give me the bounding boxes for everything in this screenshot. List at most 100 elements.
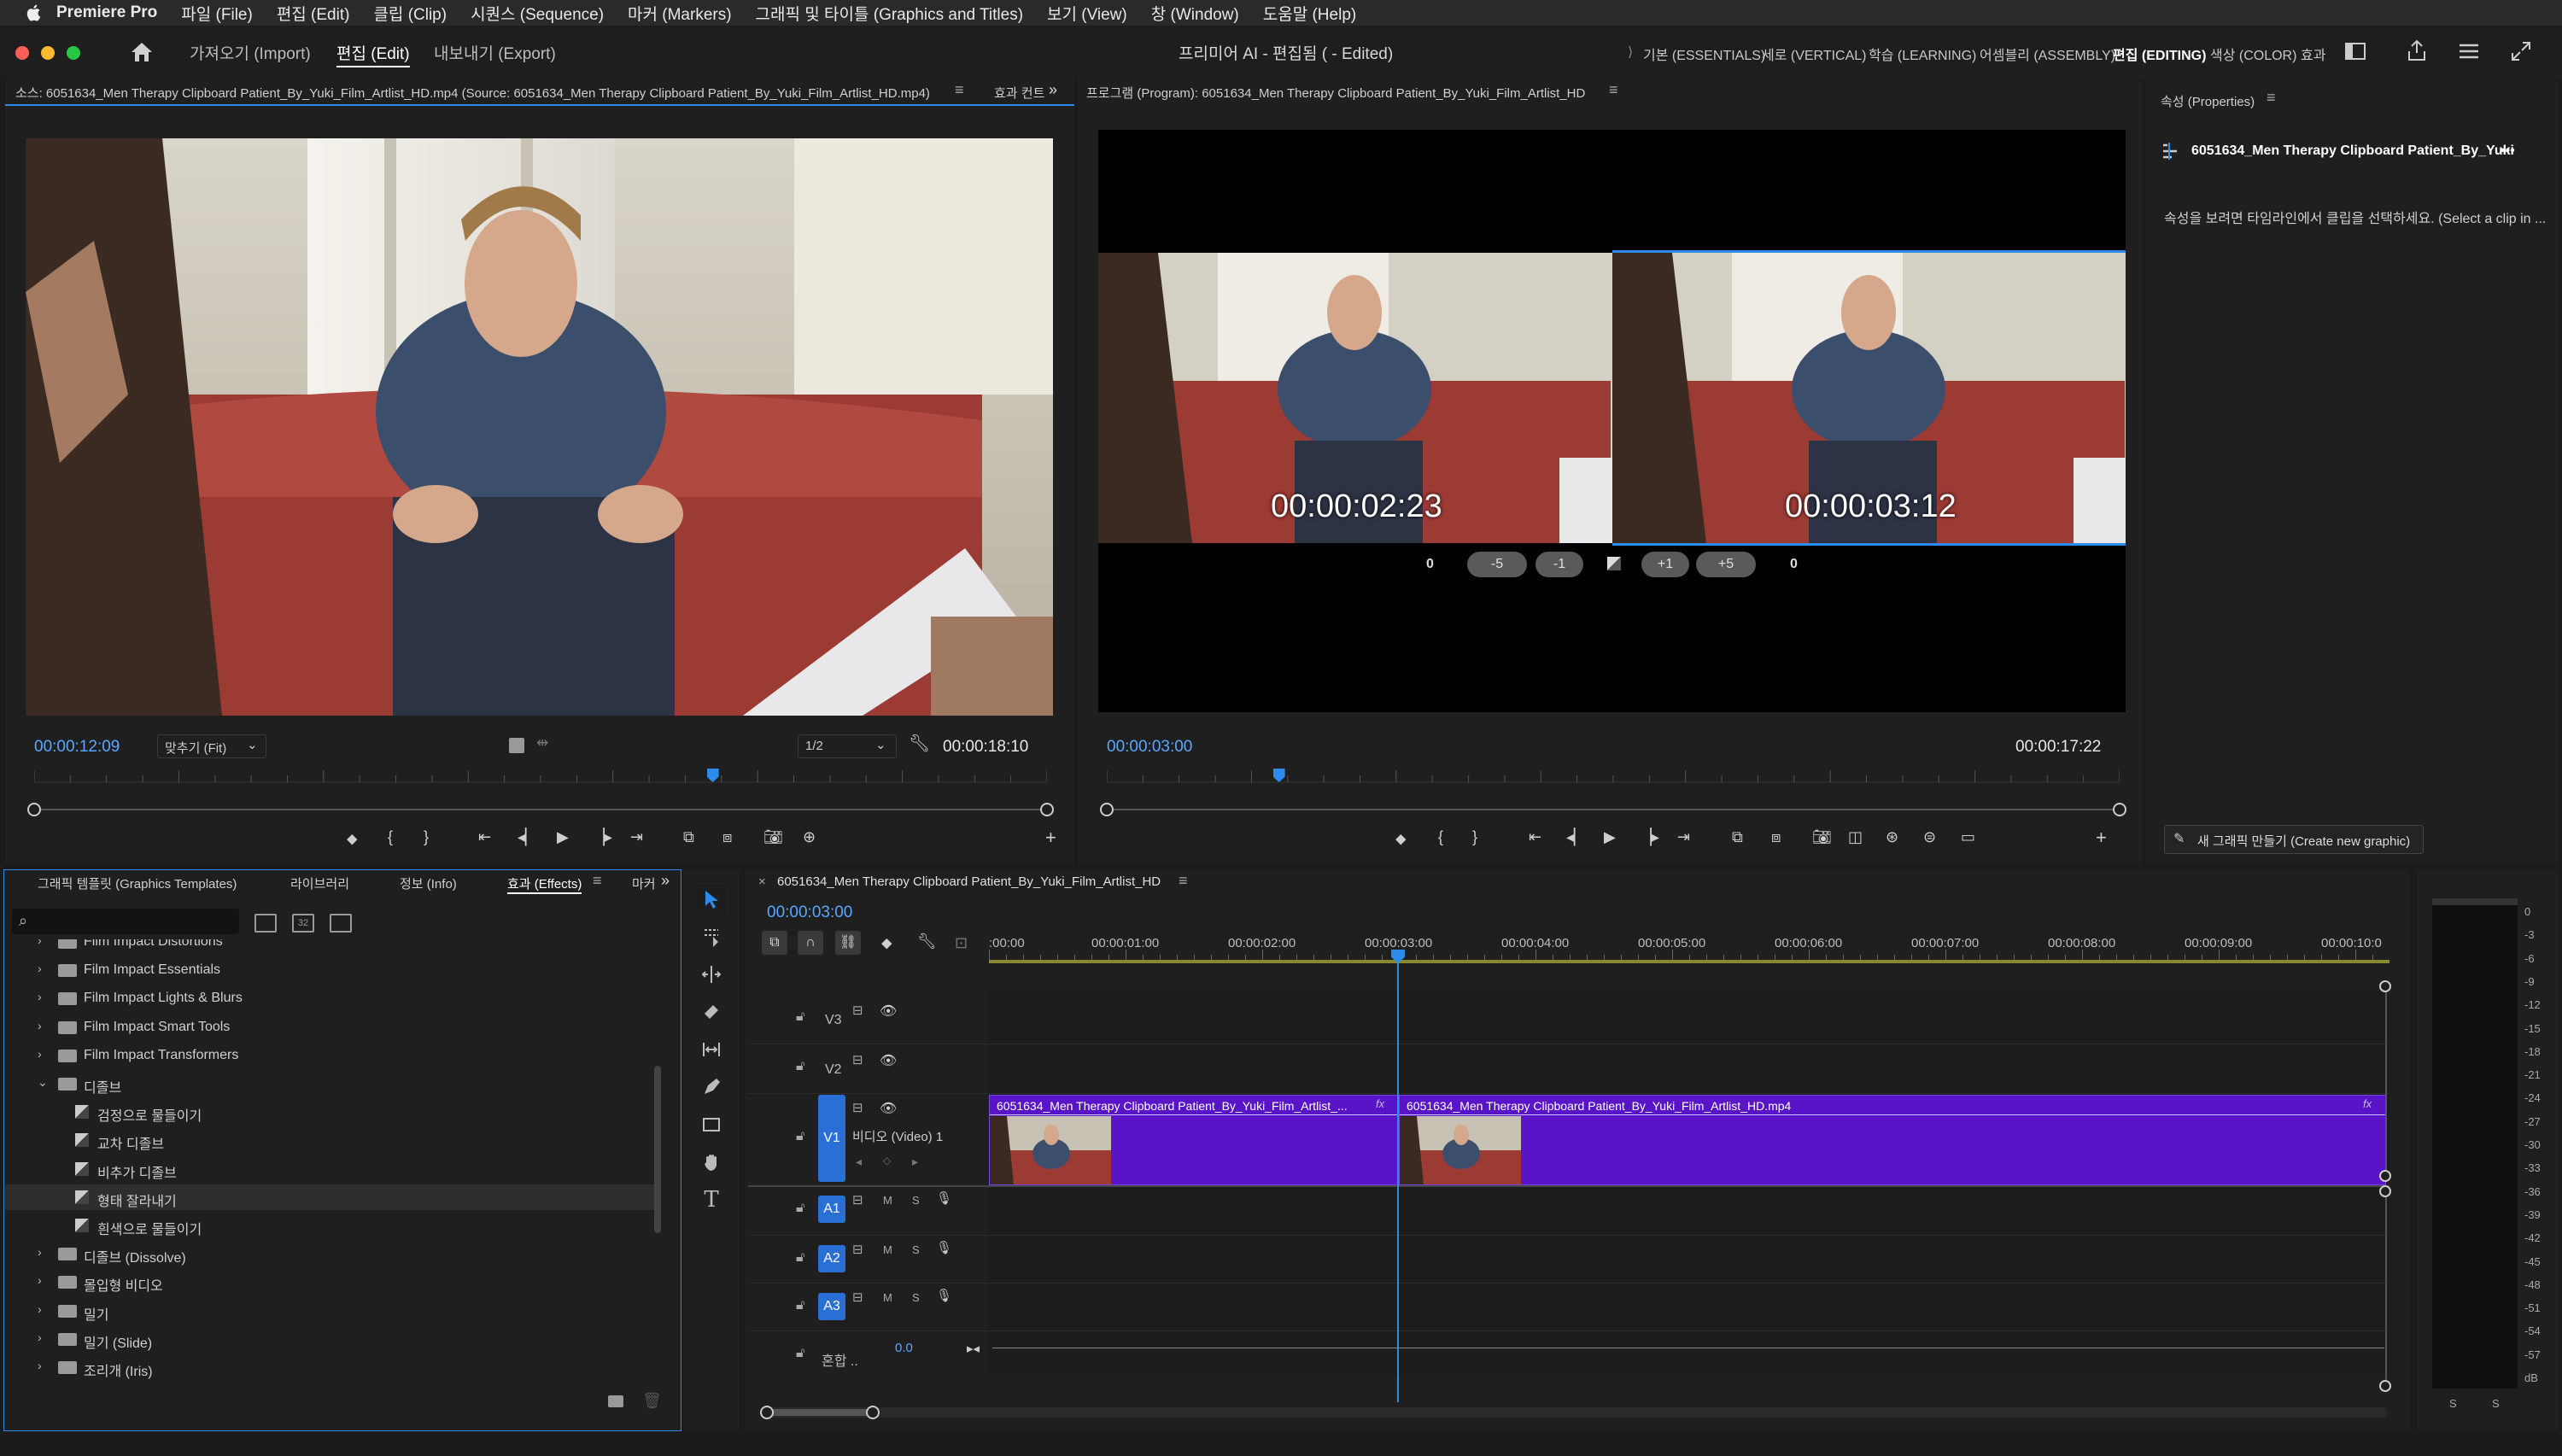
insert-icon[interactable]: ⧉ bbox=[683, 828, 694, 846]
program-timecode[interactable]: 00:00:03:00 bbox=[1107, 738, 1192, 757]
menu-sequence[interactable]: 시퀀스 (Sequence) bbox=[471, 2, 604, 25]
clip-2-opacity-line[interactable] bbox=[1400, 1114, 2385, 1115]
more-tabs-icon[interactable]: » bbox=[661, 872, 670, 890]
source-zoom-scrollbar[interactable] bbox=[34, 809, 1047, 810]
close-window-button[interactable] bbox=[15, 46, 29, 60]
nest-toggle-icon[interactable]: ⧉ bbox=[762, 931, 787, 955]
add-button-icon[interactable]: + bbox=[1045, 827, 1056, 849]
scroll-handle[interactable] bbox=[866, 1406, 880, 1419]
menu-markers[interactable]: 마커 (Markers) bbox=[628, 2, 732, 25]
scroll-handle[interactable] bbox=[2379, 1170, 2391, 1182]
trim-plus-5-button[interactable]: +5 bbox=[1696, 552, 1756, 577]
work-area-bar[interactable] bbox=[989, 960, 2389, 963]
next-keyframe-icon[interactable]: ▸ bbox=[912, 1155, 918, 1169]
effects-panel-menu-icon[interactable]: ≡ bbox=[593, 872, 602, 890]
chevron-right-icon[interactable]: › bbox=[38, 962, 42, 975]
create-new-graphic-button[interactable]: ✎ 새 그래픽 만들기 (Create new graphic) bbox=[2164, 825, 2424, 854]
settings-list-icon[interactable] bbox=[2458, 43, 2480, 60]
export-frame-icon[interactable]: 📷︎ bbox=[763, 828, 783, 846]
lock-icon[interactable]: 🔓︎ bbox=[796, 1059, 804, 1074]
solo-button[interactable]: S bbox=[912, 1291, 920, 1304]
source-time-ruler[interactable] bbox=[34, 765, 1047, 789]
timeline-clip-1[interactable]: 6051634_Men Therapy Clipboard Patient_By… bbox=[989, 1095, 1399, 1185]
track-a3-target-button[interactable]: A3 bbox=[818, 1293, 845, 1320]
chevron-right-icon[interactable]: › bbox=[38, 1359, 42, 1372]
sync-lock-icon[interactable]: ⊟ bbox=[852, 1289, 863, 1305]
effects-item-row[interactable]: 검정으로 물들이기 bbox=[5, 1099, 654, 1125]
sync-lock-icon[interactable]: ⊟ bbox=[852, 1242, 863, 1257]
microphone-icon[interactable]: 🎙︎ bbox=[936, 1288, 952, 1303]
mark-in-icon[interactable]: { bbox=[1438, 828, 1443, 846]
mark-out-icon[interactable]: } bbox=[1472, 828, 1477, 846]
prev-keyframe-icon[interactable]: ◂ bbox=[856, 1155, 862, 1169]
rectangle-tool-icon[interactable] bbox=[697, 1110, 726, 1139]
add-marker-icon[interactable]: ⬥ bbox=[347, 830, 358, 848]
workspace-essentials[interactable]: 기본 (ESSENTIALS) bbox=[1643, 44, 1765, 64]
workspace-learning[interactable]: 학습 (LEARNING) bbox=[1869, 44, 1976, 64]
scroll-handle[interactable] bbox=[760, 1406, 774, 1419]
wrench-icon[interactable]: 🔧︎ bbox=[909, 733, 930, 754]
source-panel-menu-icon[interactable]: ≡ bbox=[955, 81, 964, 99]
program-zoom-scrollbar[interactable] bbox=[1107, 809, 2120, 810]
add-button-icon[interactable]: + bbox=[2096, 827, 2107, 849]
add-marker-icon[interactable]: ⬥ bbox=[1395, 830, 1407, 848]
overwrite-icon[interactable]: ⧈ bbox=[722, 828, 732, 846]
program-zoom-handle-left[interactable] bbox=[1100, 803, 1114, 816]
menu-window[interactable]: 창 (Window) bbox=[1151, 2, 1239, 25]
microphone-icon[interactable]: 🎙︎ bbox=[936, 1190, 952, 1206]
insert-overwrite-icon[interactable] bbox=[509, 738, 524, 753]
hand-tool-icon[interactable] bbox=[697, 1148, 726, 1177]
go-to-in-icon[interactable]: ⇤ bbox=[478, 828, 491, 846]
video-track-scrollbar[interactable] bbox=[2385, 984, 2387, 1175]
track-a1-target-button[interactable]: A1 bbox=[818, 1196, 845, 1223]
chevron-right-icon[interactable]: › bbox=[38, 1273, 42, 1287]
meter-solo-left[interactable]: S bbox=[2449, 1397, 2457, 1410]
add-keyframe-icon[interactable]: ◇ bbox=[883, 1155, 891, 1167]
go-to-out-icon[interactable]: ⇥ bbox=[630, 828, 643, 846]
more-tabs-icon[interactable]: » bbox=[1049, 81, 1057, 99]
sync-lock-icon[interactable]: ⊟ bbox=[852, 1100, 863, 1115]
menu-file[interactable]: 파일 (File) bbox=[181, 2, 253, 25]
apply-default-transition-icon[interactable] bbox=[1607, 557, 1621, 570]
mark-in-icon[interactable]: { bbox=[388, 828, 393, 846]
lock-icon[interactable]: 🔓︎ bbox=[796, 1250, 804, 1266]
scroll-handle[interactable] bbox=[2379, 980, 2391, 992]
ripple-edit-tool-icon[interactable] bbox=[697, 960, 726, 989]
solo-button[interactable]: S bbox=[912, 1243, 920, 1256]
audio-track-scrollbar[interactable] bbox=[2385, 1192, 2387, 1387]
timeline-menu-icon[interactable]: ≡ bbox=[1179, 872, 1188, 890]
source-zoom-dropdown[interactable]: 맞추기 (Fit) ⌄ bbox=[157, 734, 266, 758]
solo-button[interactable]: S bbox=[912, 1194, 920, 1207]
step-back-icon[interactable]: ◂▏ bbox=[1566, 828, 1586, 846]
effects-folder-row[interactable]: › Film Impact Lights & Blurs bbox=[5, 985, 654, 1011]
workspace-effects[interactable]: 효과 bbox=[2301, 44, 2325, 64]
mark-out-icon[interactable]: } bbox=[424, 828, 429, 846]
slip-tool-icon[interactable] bbox=[697, 1035, 726, 1064]
track-v1-target-button[interactable]: V1 bbox=[818, 1095, 845, 1182]
effects-search-input[interactable]: ⌕ bbox=[12, 909, 239, 934]
minimize-window-button[interactable] bbox=[41, 46, 55, 60]
apple-icon[interactable] bbox=[24, 3, 44, 23]
tab-export[interactable]: 내보내기 (Export) bbox=[434, 41, 556, 64]
effects-folder-row[interactable]: › Film Impact Smart Tools bbox=[5, 1015, 654, 1040]
export-frame-icon[interactable]: 📷︎ bbox=[1812, 828, 1832, 846]
mute-button[interactable]: M bbox=[883, 1243, 892, 1256]
workspace-color[interactable]: 색상 (COLOR) bbox=[2210, 44, 2296, 64]
captions-icon[interactable]: ⊡ bbox=[955, 934, 968, 952]
close-sequence-icon[interactable]: × bbox=[758, 874, 766, 889]
menu-edit[interactable]: 편집 (Edit) bbox=[277, 2, 350, 25]
timeline-timecode[interactable]: 00:00:03:00 bbox=[767, 903, 852, 922]
program-zoom-handle-right[interactable] bbox=[2113, 803, 2126, 816]
mute-button[interactable]: M bbox=[883, 1291, 892, 1304]
properties-menu-icon[interactable]: ≡ bbox=[2267, 89, 2276, 107]
zoom-window-button[interactable] bbox=[67, 46, 80, 60]
selection-tool-icon[interactable] bbox=[697, 885, 726, 914]
menu-view[interactable]: 보기 (View) bbox=[1047, 2, 1127, 25]
menu-app[interactable]: Premiere Pro bbox=[56, 3, 157, 22]
chevron-right-icon[interactable]: › bbox=[38, 1302, 42, 1316]
tab-graphics-templates[interactable]: 그래픽 템플릿 (Graphics Templates) bbox=[38, 874, 237, 892]
timeline-clip-2[interactable]: 6051634_Men Therapy Clipboard Patient_By… bbox=[1399, 1095, 2386, 1185]
vr-video-icon[interactable]: ⊜ bbox=[1923, 828, 1936, 846]
lock-icon[interactable]: 🔓︎ bbox=[796, 1346, 804, 1361]
source-zoom-handle-right[interactable] bbox=[1040, 803, 1054, 816]
